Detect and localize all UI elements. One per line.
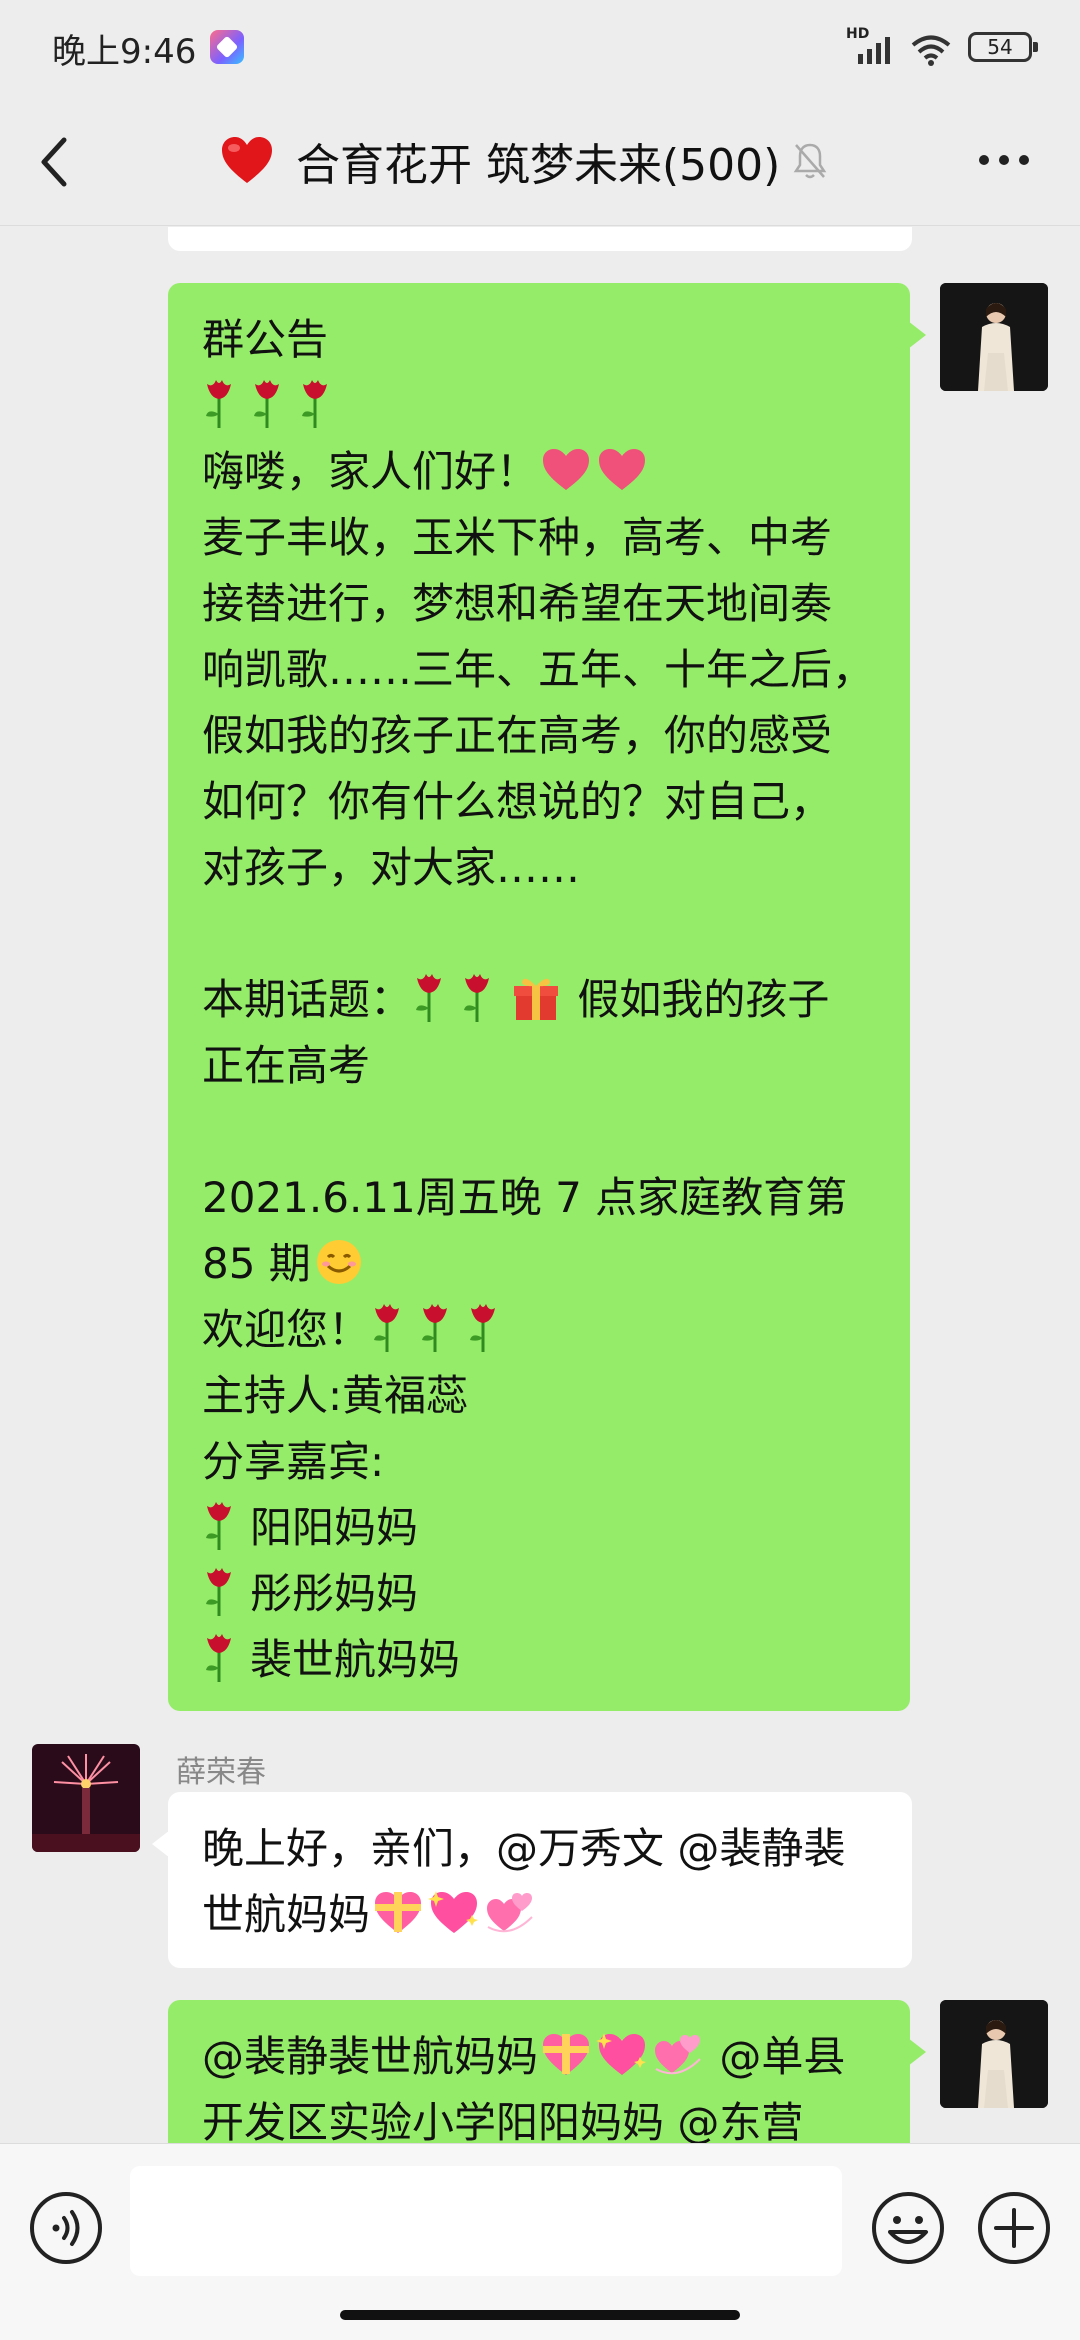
announcement-line: 如何？你有什么想说的？对自己， xyxy=(202,777,833,826)
status-time: 晚上9:46 xyxy=(52,32,197,72)
topic-label: 本期话题： xyxy=(202,975,413,1024)
plus-icon[interactable] xyxy=(976,2190,1052,2266)
home-indicator[interactable] xyxy=(340,2310,740,2320)
sparkling-heart-icon xyxy=(596,2033,647,2075)
back-icon[interactable] xyxy=(32,132,82,192)
announcement-line: 响凯歌……三年、五年、十年之后， xyxy=(202,645,875,694)
pink-heart-icon xyxy=(599,449,646,490)
fireworks-photo xyxy=(32,1744,140,1852)
person-photo xyxy=(940,283,1048,391)
heart-icon xyxy=(222,137,272,183)
guests-label: 分享嘉宾: xyxy=(202,1437,385,1486)
announcement-line: 2021.6.11周五晚 7 点家庭教育第 xyxy=(202,1173,848,1222)
rose-icon xyxy=(206,380,231,428)
chat-title-group[interactable]: 合育花开 筑梦未来(500) xyxy=(220,126,828,196)
reply-bubble[interactable]: 晚上好，亲们，@万秀文 @裴静裴 世航妈妈 xyxy=(152,1792,912,1968)
pink-heart-icon xyxy=(543,449,590,490)
announcement-line: 嗨喽，家人们好！ xyxy=(202,447,539,496)
last-message-bubble[interactable]: @裴静裴世航妈妈 @单县 开发区实验小学阳阳妈妈 @东营 xyxy=(168,2000,926,2143)
signal-icon xyxy=(858,37,890,64)
rose-icon xyxy=(206,1568,231,1616)
chat-title: 合育花开 筑梦未来(500) xyxy=(296,140,781,191)
mention-text-tail: @单县 xyxy=(719,2032,846,2081)
app-notification-icon xyxy=(210,30,244,64)
person-photo xyxy=(940,2000,1048,2108)
rose-icon xyxy=(206,1502,231,1550)
sender-name: 薛荣春 xyxy=(176,1755,266,1790)
two-hearts-icon xyxy=(655,2035,701,2075)
emoji-icon[interactable] xyxy=(870,2190,946,2266)
chat-messages[interactable]: 群公告 嗨喽，家人们好！ 麦子丰收，玉米下种，高考、中考 接替进行，梦想和希望在… xyxy=(0,227,1080,2143)
guest-name: 裴世航妈妈 xyxy=(250,1635,461,1684)
rose-icon xyxy=(422,1304,448,1352)
guest-item: 彤彤妈妈 xyxy=(202,1561,876,1627)
topic-line: 本期话题： 假如我的孩子 xyxy=(202,967,876,1033)
host-line: 主持人:黄福蕊 xyxy=(202,1371,469,1420)
status-bar: 晚上9:46 HD 54 xyxy=(0,0,1080,96)
previous-message-bubble[interactable] xyxy=(168,227,912,251)
rose-row xyxy=(202,373,876,439)
gift-icon xyxy=(514,978,559,1020)
topic-text: 假如我的孩子 xyxy=(577,975,830,1024)
guest-item: 裴世航妈妈 xyxy=(202,1627,876,1693)
last-line-2: 开发区实验小学阳阳妈妈 @东营 xyxy=(202,2098,804,2143)
mention-text: @裴静裴世航妈妈 xyxy=(202,2032,539,2081)
two-hearts-icon xyxy=(487,1893,533,1933)
announcement-line: 对孩子，对大家…… xyxy=(202,843,581,892)
issue-number: 85 期 xyxy=(202,1239,311,1288)
my-avatar[interactable] xyxy=(940,2000,1048,2108)
my-avatar[interactable] xyxy=(940,283,1048,391)
more-icon[interactable] xyxy=(976,150,1032,170)
voice-icon[interactable] xyxy=(28,2190,104,2266)
announcement-line: 群公告 xyxy=(202,315,329,364)
guest-item: 阳阳妈妈 xyxy=(202,1495,876,1561)
rose-icon xyxy=(302,380,327,428)
mute-icon xyxy=(793,143,827,179)
sparkling-heart-icon xyxy=(428,1891,479,1933)
reply-line: 晚上好，亲们，@万秀文 @裴静裴 xyxy=(202,1824,846,1873)
wifi-icon xyxy=(911,35,951,66)
battery-icon: 54 xyxy=(968,32,1038,62)
announcement-line: 假如我的孩子正在高考，你的感受 xyxy=(202,711,833,760)
welcome-text: 欢迎您！ xyxy=(202,1305,371,1354)
last-line-1: @裴静裴世航妈妈 @单县 xyxy=(202,2024,876,2090)
announcement-line: 接替进行，梦想和希望在天地间奏 xyxy=(202,579,833,628)
issue-line: 85 期 xyxy=(202,1231,876,1297)
guest-name: 阳阳妈妈 xyxy=(250,1503,419,1552)
chat-header: 合育花开 筑梦未来(500) xyxy=(0,96,1080,226)
heart-ribbon-icon xyxy=(375,1892,422,1933)
reply-text: 世航妈妈 xyxy=(202,1890,371,1939)
announcement-bubble[interactable]: 群公告 嗨喽，家人们好！ 麦子丰收，玉米下种，高考、中考 接替进行，梦想和希望在… xyxy=(168,283,926,1711)
rose-icon xyxy=(464,974,490,1022)
rose-icon xyxy=(254,380,279,428)
smile-icon xyxy=(316,1240,361,1284)
sender-avatar[interactable] xyxy=(32,1744,140,1852)
announcement-line: 正在高考 xyxy=(202,1041,371,1090)
battery-level: 54 xyxy=(987,35,1013,59)
announcement-greeting: 嗨喽，家人们好！ xyxy=(202,439,876,505)
welcome-line: 欢迎您！ xyxy=(202,1297,876,1363)
rose-icon xyxy=(374,1304,400,1352)
announcement-line: 麦子丰收，玉米下种，高考、中考 xyxy=(202,513,833,562)
message-input[interactable] xyxy=(130,2166,842,2276)
heart-ribbon-icon xyxy=(543,2034,590,2075)
rose-icon xyxy=(206,1634,231,1682)
rose-icon xyxy=(416,974,442,1022)
guest-name: 彤彤妈妈 xyxy=(250,1569,419,1618)
reply-line-2: 世航妈妈 xyxy=(202,1882,878,1948)
rose-icon xyxy=(470,1304,496,1352)
